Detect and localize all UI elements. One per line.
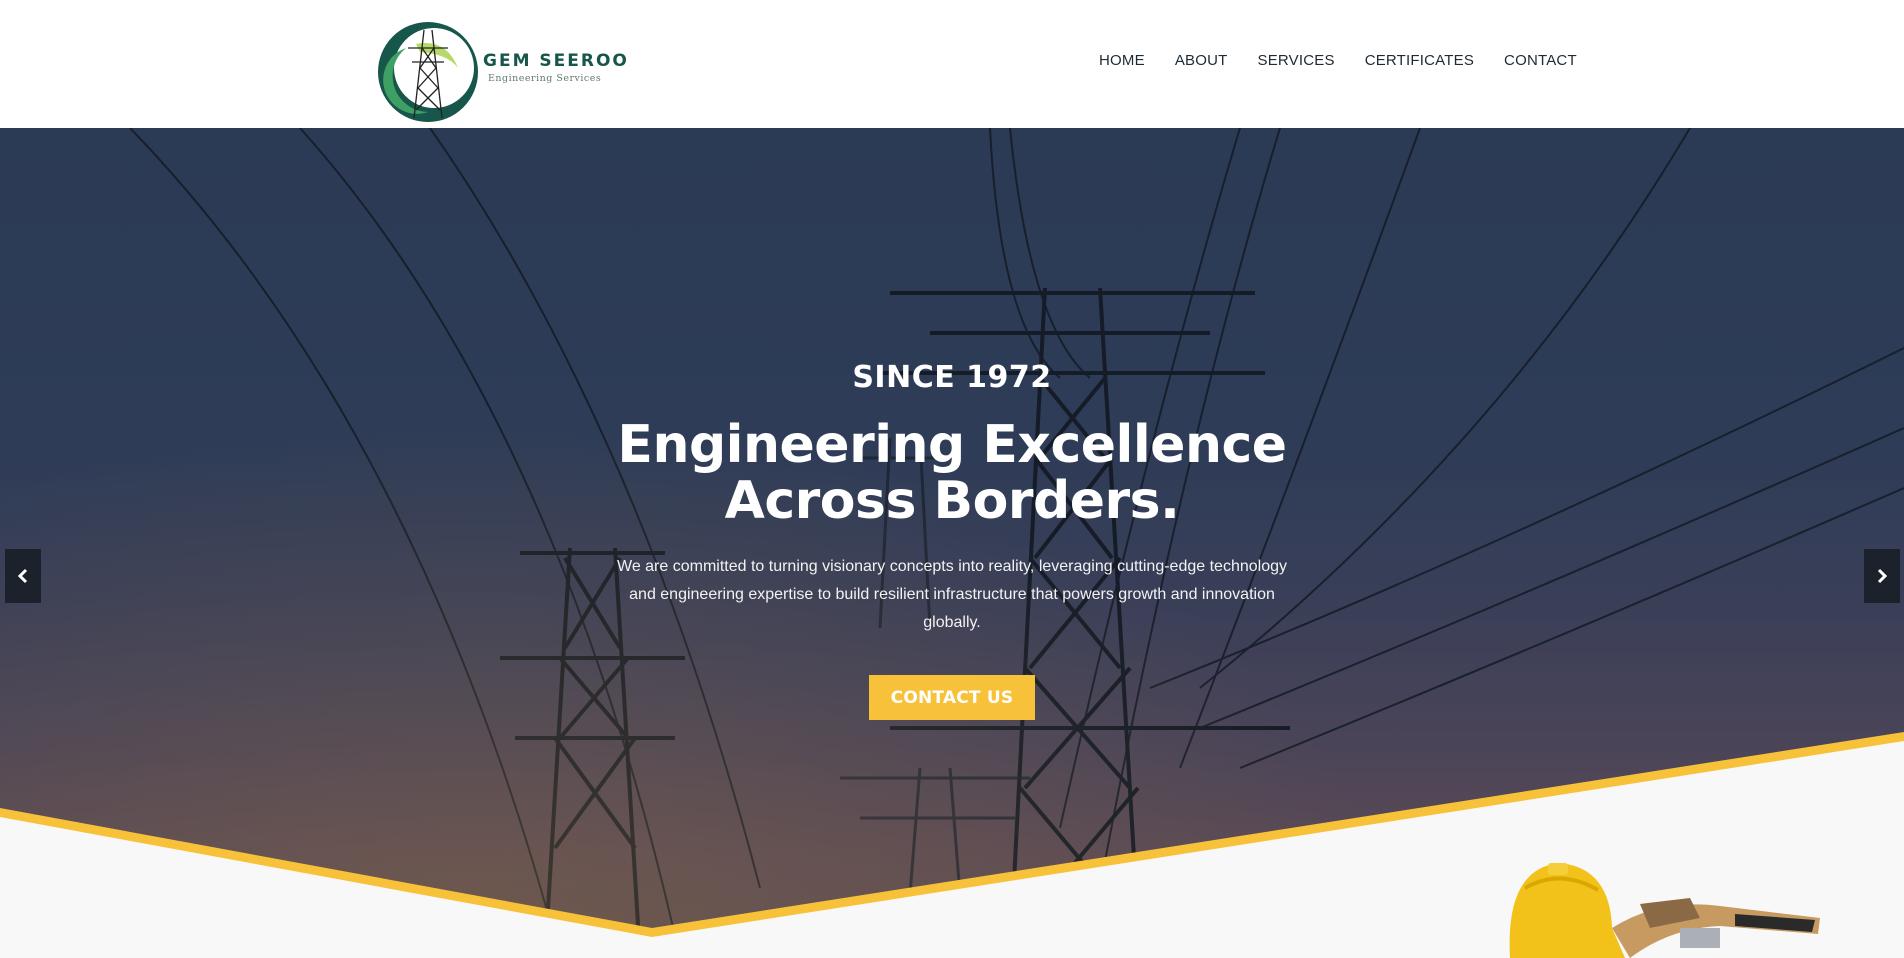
hero-slider: SINCE 1972 Engineering Excellence Across…: [0, 128, 1904, 958]
brand-name: GEM SEEROO: [483, 51, 629, 71]
hero-bottom-divider: [0, 732, 1904, 958]
brand-tagline: Engineering Services: [488, 73, 602, 84]
site-header: GEM SEEROO Engineering Services HOME ABO…: [0, 0, 1904, 128]
nav-contact[interactable]: CONTACT: [1504, 52, 1577, 69]
main-nav: HOME ABOUT SERVICES CERTIFICATES CONTACT: [1099, 52, 1577, 69]
nav-certificates[interactable]: CERTIFICATES: [1365, 52, 1474, 69]
nav-services[interactable]: SERVICES: [1258, 52, 1335, 69]
site-logo[interactable]: GEM SEEROO Engineering Services: [376, 18, 627, 126]
logo-emblem-icon: [378, 22, 478, 122]
nav-about[interactable]: ABOUT: [1175, 52, 1228, 69]
nav-home[interactable]: HOME: [1099, 52, 1145, 69]
